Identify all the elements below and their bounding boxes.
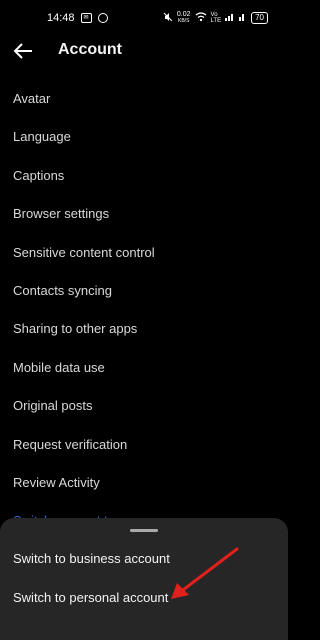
volte-icon: Vo LTE — [210, 12, 222, 24]
menu-item-browser-settings[interactable]: Browser settings — [0, 195, 288, 233]
network-speed-value: 0.02 — [176, 11, 191, 18]
switch-to-business-option[interactable]: Switch to business account — [13, 551, 170, 566]
wifi-icon — [195, 11, 207, 25]
network-speed-unit: KB/S — [178, 18, 190, 24]
mute-icon — [163, 12, 173, 25]
battery-indicator: 70 — [251, 12, 268, 24]
menu-item-request-verification[interactable]: Request verification — [0, 426, 288, 464]
status-left: 14:48 ✉ — [47, 12, 108, 24]
signal-2-icon — [239, 12, 247, 24]
menu-item-contacts-syncing[interactable]: Contacts syncing — [0, 272, 288, 310]
menu-item-language[interactable]: Language — [0, 118, 288, 156]
menu-item-sharing-to-other-apps[interactable]: Sharing to other apps — [0, 310, 288, 348]
signal-icon — [225, 12, 235, 24]
back-button[interactable] — [12, 40, 36, 62]
menu-item-captions[interactable]: Captions — [0, 157, 288, 195]
menu-item-avatar[interactable]: Avatar — [0, 80, 288, 118]
menu-item-original-posts[interactable]: Original posts — [0, 387, 288, 425]
menu-item-review-activity[interactable]: Review Activity — [0, 464, 288, 502]
switch-to-personal-option[interactable]: Switch to personal account — [13, 590, 168, 605]
menu-item-sensitive-content-control[interactable]: Sensitive content control — [0, 234, 288, 272]
status-time: 14:48 — [47, 12, 75, 24]
account-settings-list: Avatar Language Captions Browser setting… — [0, 80, 288, 541]
status-bar: 14:48 ✉ 0.02 KB/S Vo LTE 70 — [0, 0, 288, 36]
notification-icon: ✉ — [80, 13, 92, 23]
header: Account — [0, 36, 288, 66]
network-speed: 0.02 KB/S — [177, 11, 191, 25]
app-notification-icon — [97, 13, 108, 23]
menu-item-mobile-data-use[interactable]: Mobile data use — [0, 349, 288, 387]
sheet-drag-handle[interactable] — [130, 529, 158, 532]
page-title: Account — [58, 41, 122, 58]
back-arrow-icon — [13, 43, 32, 59]
status-right: 0.02 KB/S Vo LTE 70 — [163, 11, 268, 25]
annotation-arrow-icon — [171, 547, 239, 599]
